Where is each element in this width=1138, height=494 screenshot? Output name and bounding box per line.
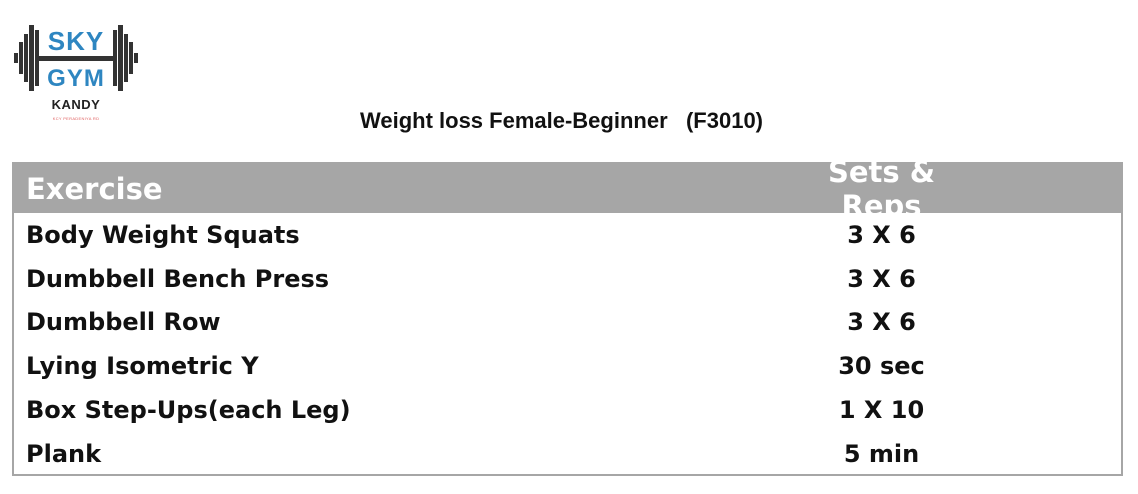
exercise-name: Lying Isometric Y	[26, 352, 259, 381]
table-header: Exercise Sets & Reps	[14, 155, 1121, 223]
sets-reps-value: 3 X 6	[847, 264, 916, 293]
brand-top-text: SKY	[48, 26, 104, 56]
table-row: Plank 5 min	[14, 432, 1121, 476]
workout-table: Exercise Sets & Reps Body Weight Squats …	[12, 155, 1123, 476]
sets-reps-value: 3 X 6	[847, 220, 916, 249]
sets-reps-value: 30 sec	[838, 352, 925, 381]
sets-reps-value: 5 min	[843, 439, 920, 468]
sets-reps-value: 1 X 10	[838, 396, 925, 425]
sets-reps-value: 3 X 6	[847, 308, 916, 337]
header-exercise: Exercise	[26, 171, 163, 206]
table-row: Dumbbell Row 3 X 6	[14, 301, 1121, 345]
exercise-name: Box Step-Ups(each Leg)	[26, 396, 351, 425]
dumbbell-icon: SKY GYM	[14, 25, 138, 92]
table-row: Box Step-Ups(each Leg) 1 X 10	[14, 388, 1121, 432]
header-sets-reps: Sets & Reps	[827, 154, 936, 223]
exercise-name: Dumbbell Row	[26, 308, 221, 337]
table-row: Lying Isometric Y 30 sec	[14, 344, 1121, 388]
exercise-name: Plank	[26, 439, 102, 468]
exercise-name: Body Weight Squats	[26, 220, 300, 249]
page-title: Weight loss Female-Beginner (F3010)	[359, 108, 764, 133]
brand-bottom-text: GYM	[47, 65, 105, 92]
table-row: Dumbbell Bench Press 3 X 6	[14, 257, 1121, 301]
exercise-name: Dumbbell Bench Press	[26, 264, 330, 293]
